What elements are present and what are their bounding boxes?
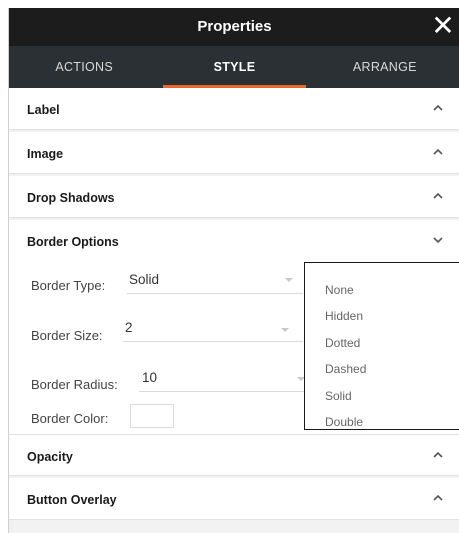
section-label-title: Label (27, 103, 60, 117)
dropdown-option-hidden[interactable]: Hidden (325, 309, 363, 323)
dropdown-option-dotted[interactable]: Dotted (325, 336, 360, 350)
dropdown-option-none[interactable]: None (325, 283, 354, 297)
section-opacity[interactable]: Opacity (9, 434, 459, 476)
section-drop-shadows-title: Drop Shadows (27, 191, 115, 205)
border-color-label: Border Color: (31, 411, 109, 426)
section-drop-shadows[interactable]: Drop Shadows (9, 176, 459, 218)
close-icon[interactable]: ✕ (430, 11, 456, 41)
title-bar: Properties ✕ (9, 8, 459, 46)
tab-arrange[interactable]: ARRANGE (310, 46, 459, 88)
section-button-overlay[interactable]: Button Overlay (9, 478, 459, 520)
border-type-select[interactable]: Solid (129, 272, 159, 287)
section-border-options[interactable]: Border Options (9, 220, 459, 256)
border-radius-underline (139, 391, 304, 392)
border-size-caret-icon[interactable] (281, 328, 289, 332)
border-type-dropdown: None Hidden Dotted Dashed Solid Double (304, 262, 459, 430)
panel-title: Properties (197, 18, 272, 35)
dropdown-option-double[interactable]: Double (325, 415, 363, 429)
tab-bar: ACTIONS STYLE ARRANGE (9, 46, 459, 88)
chevron-up-icon (430, 100, 446, 116)
section-image[interactable]: Image (9, 132, 459, 174)
chevron-up-icon (430, 447, 446, 463)
border-radius-label: Border Radius: (31, 377, 118, 392)
chevron-up-icon (430, 188, 446, 204)
border-size-label: Border Size: (31, 328, 103, 343)
tab-actions[interactable]: ACTIONS (9, 46, 159, 88)
section-opacity-title: Opacity (27, 450, 73, 464)
properties-panel: Properties ✕ ACTIONS STYLE ARRANGE Label… (8, 8, 459, 533)
chevron-down-icon (430, 232, 446, 248)
dropdown-option-solid[interactable]: Solid (325, 389, 352, 403)
tab-actions-label: ACTIONS (55, 60, 113, 74)
section-button-overlay-title: Button Overlay (27, 493, 117, 507)
border-type-underline (127, 293, 303, 294)
border-type-label: Border Type: (31, 278, 106, 293)
section-border-options-title: Border Options (27, 235, 119, 249)
section-label[interactable]: Label (9, 88, 459, 130)
tab-style-label: STYLE (213, 60, 256, 74)
section-image-title: Image (27, 147, 64, 161)
chevron-up-icon (430, 490, 446, 506)
border-size-underline (123, 341, 303, 342)
border-radius-select[interactable]: 10 (142, 370, 157, 385)
border-type-caret-icon[interactable] (285, 278, 293, 282)
tab-arrange-label: ARRANGE (352, 60, 417, 74)
chevron-up-icon (430, 144, 446, 160)
border-color-swatch[interactable] (130, 404, 174, 428)
dropdown-option-dashed[interactable]: Dashed (325, 362, 366, 376)
tab-style[interactable]: STYLE (159, 46, 309, 88)
border-size-select[interactable]: 2 (125, 320, 133, 335)
